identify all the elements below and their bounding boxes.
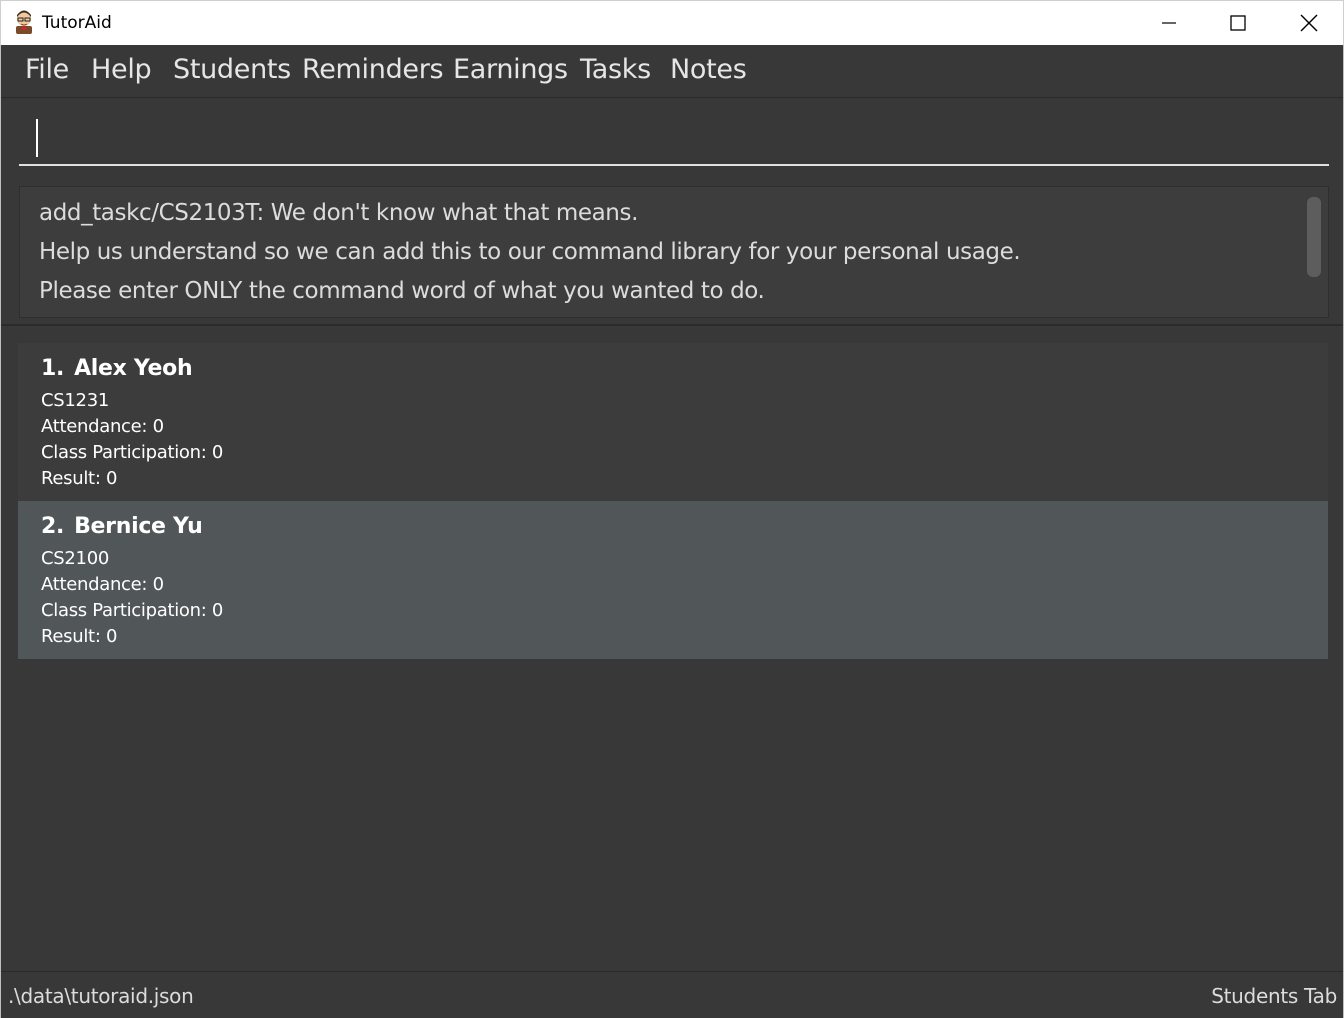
result-display-panel: add_taskc/CS2103T: We don't know what th… — [1, 176, 1343, 326]
window-title: TutorAid — [42, 13, 112, 33]
student-name-row: 1. Alex Yeoh — [41, 356, 193, 381]
student-participation: Class Participation: 0 — [41, 600, 224, 621]
minimize-button[interactable] — [1134, 1, 1204, 45]
student-list: 1. Alex Yeoh CS1231 Attendance: 0 Class P… — [1, 328, 1343, 971]
student-participation: Class Participation: 0 — [41, 442, 224, 463]
student-name: Alex Yeoh — [74, 356, 193, 381]
student-name: Bernice Yu — [74, 514, 203, 539]
menu-file[interactable]: File — [25, 54, 69, 85]
current-tab-indicator: Students Tab — [1211, 984, 1337, 1008]
result-display: add_taskc/CS2103T: We don't know what th… — [19, 186, 1329, 318]
tutor-avatar-icon — [13, 10, 35, 34]
command-box — [1, 99, 1343, 172]
minimize-icon — [1162, 22, 1176, 24]
menu-students[interactable]: Students — [173, 54, 291, 85]
student-module: CS1231 — [41, 390, 110, 411]
data-file-path: .\data\tutoraid.json — [8, 984, 194, 1008]
close-button[interactable] — [1274, 1, 1344, 45]
student-attendance: Attendance: 0 — [41, 574, 164, 595]
menu-help[interactable]: Help — [91, 54, 152, 85]
command-input[interactable] — [19, 109, 1329, 166]
maximize-button[interactable] — [1203, 1, 1273, 45]
menu-earnings[interactable]: Earnings — [453, 54, 568, 85]
menu-tasks[interactable]: Tasks — [580, 54, 651, 85]
student-index: 2. — [41, 514, 65, 539]
result-line: Please enter ONLY the command word of wh… — [39, 278, 765, 304]
student-attendance: Attendance: 0 — [41, 416, 164, 437]
student-card[interactable]: 1. Alex Yeoh CS1231 Attendance: 0 Class P… — [18, 343, 1328, 501]
student-module: CS2100 — [41, 548, 110, 569]
text-caret — [36, 119, 38, 157]
student-result: Result: 0 — [41, 626, 118, 647]
result-line: add_taskc/CS2103T: We don't know what th… — [39, 200, 638, 226]
close-icon — [1300, 14, 1318, 32]
result-line: Help us understand so we can add this to… — [39, 239, 1021, 265]
student-result: Result: 0 — [41, 468, 118, 489]
menu-bar: File Help Students Reminders Earnings Ta… — [1, 45, 1343, 98]
student-name-row: 2. Bernice Yu — [41, 514, 203, 539]
result-scrollbar[interactable] — [1307, 197, 1321, 277]
student-index: 1. — [41, 356, 65, 381]
menu-reminders[interactable]: Reminders — [302, 54, 444, 85]
status-bar: .\data\tutoraid.json Students Tab — [1, 971, 1343, 1018]
menu-notes[interactable]: Notes — [670, 54, 747, 85]
student-card-selected[interactable]: 2. Bernice Yu CS2100 Attendance: 0 Class … — [18, 501, 1328, 659]
title-bar: TutorAid — [0, 0, 1344, 45]
maximize-icon — [1230, 15, 1246, 31]
